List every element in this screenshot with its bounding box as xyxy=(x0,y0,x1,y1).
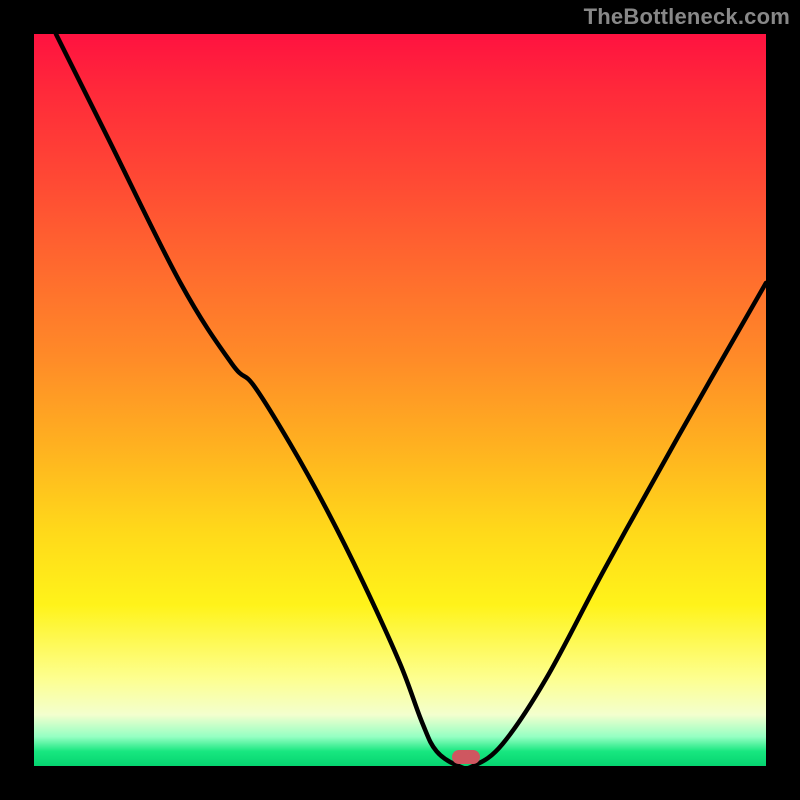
chart-frame: TheBottleneck.com xyxy=(0,0,800,800)
watermark-label: TheBottleneck.com xyxy=(584,4,790,30)
optimal-marker xyxy=(452,750,480,764)
bottleneck-curve xyxy=(34,34,766,766)
plot-area xyxy=(34,34,766,766)
